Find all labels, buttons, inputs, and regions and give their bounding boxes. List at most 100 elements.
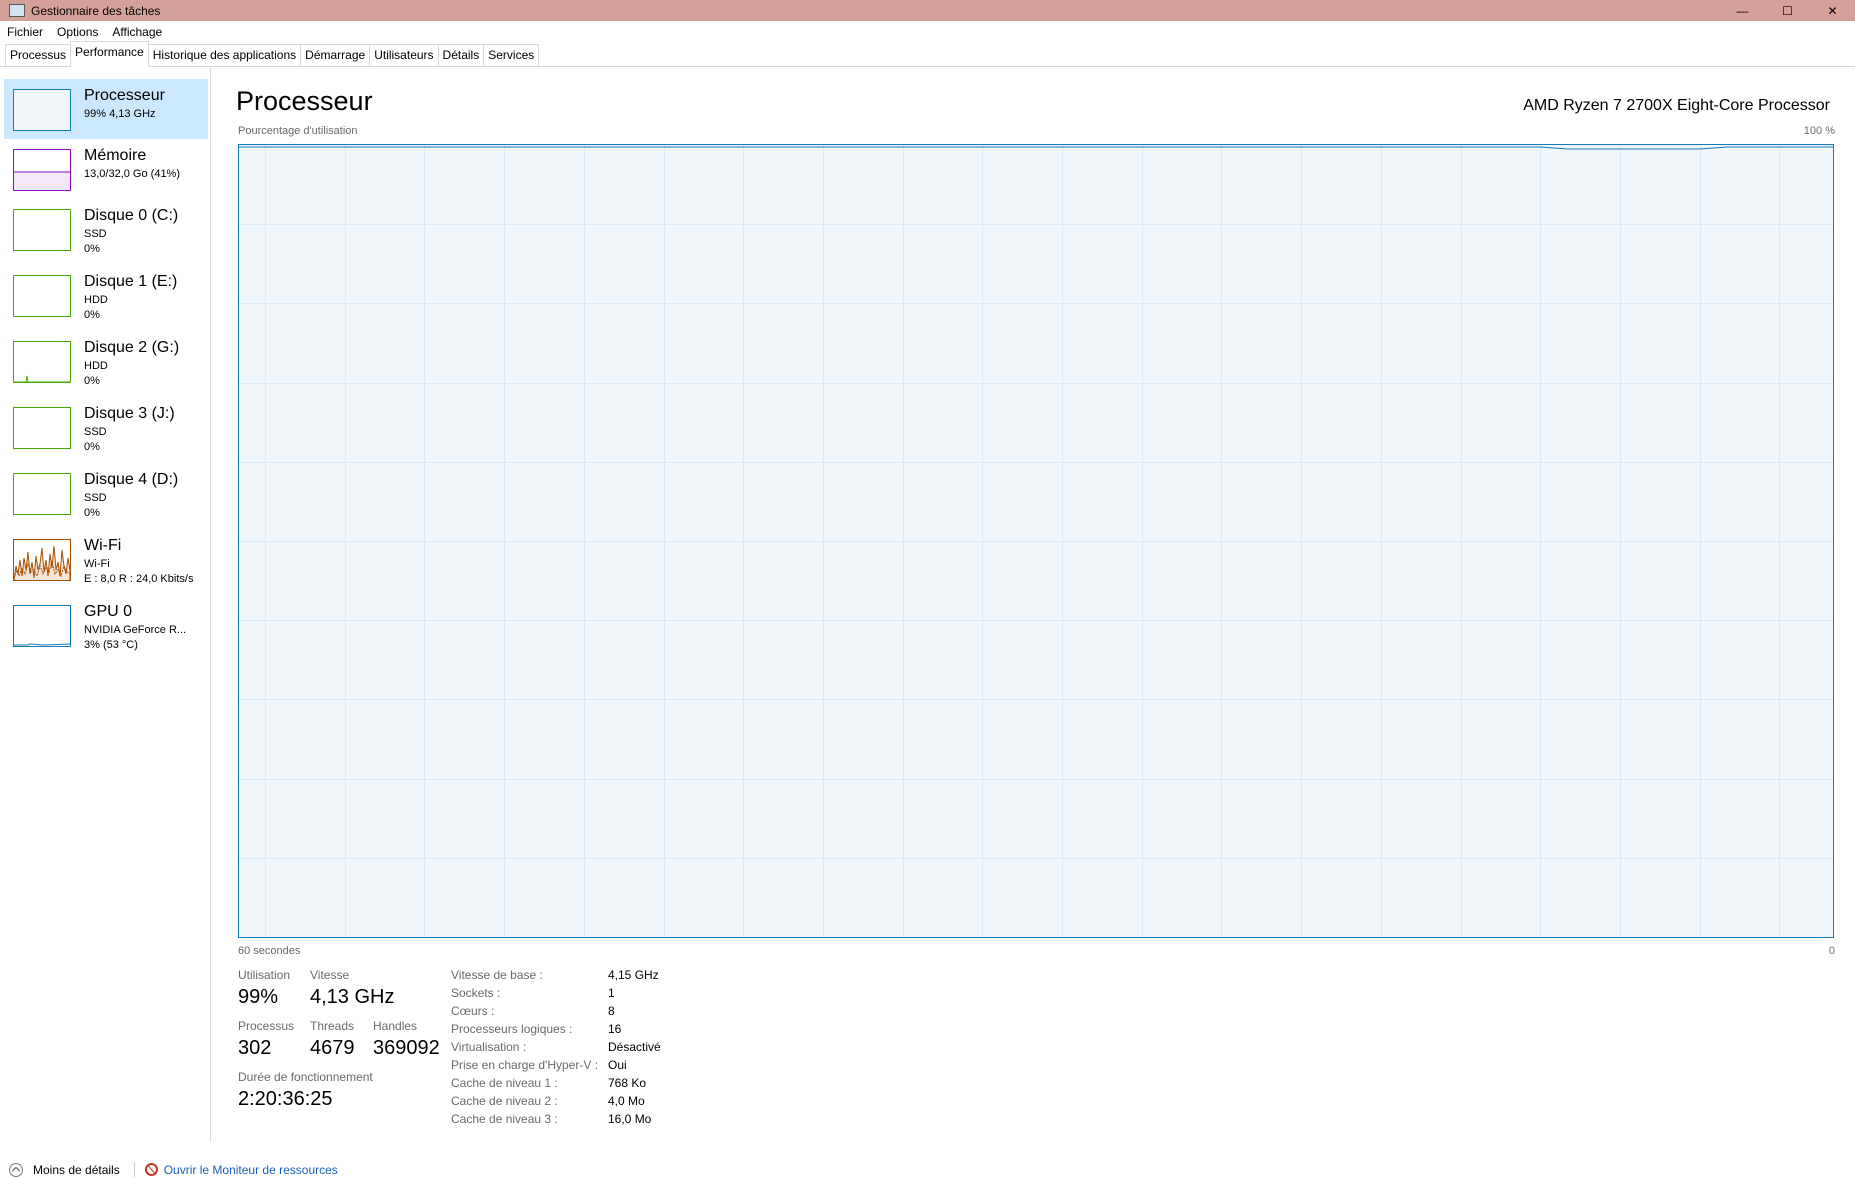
sidebar-item-label: Disque 0 (C:)	[84, 207, 179, 224]
cpu-detail-panel: Processeur AMD Ryzen 7 2700X Eight-Core …	[214, 67, 1855, 1142]
memory-graph-icon	[13, 149, 71, 191]
sidebar-item-type: SSD	[84, 426, 107, 438]
disk-graph-icon	[13, 407, 71, 449]
sidebar-item-detail: 99% 4,13 GHz	[84, 108, 156, 120]
info-value-l2-cache: 4,0 Mo	[608, 1094, 645, 1108]
tab-bar: Processus Performance Historique des app…	[0, 41, 1855, 67]
sidebar-item-memoire[interactable]: Mémoire 13,0/32,0 Go (41%)	[4, 139, 208, 199]
processus-label: Processus	[238, 1019, 295, 1033]
info-value-hyperv: Oui	[608, 1058, 627, 1072]
cpu-usage-line	[239, 146, 1833, 150]
sidebar-item-usage: 0%	[84, 507, 100, 519]
resource-monitor-link[interactable]: Ouvrir le Moniteur de ressources	[144, 1162, 338, 1177]
sidebar-item-gpu[interactable]: GPU 0 NVIDIA GeForce R... 3% (53 °C)	[4, 595, 208, 655]
sidebar-item-disque-1[interactable]: Disque 1 (E:) HDD 0%	[4, 265, 208, 325]
info-label-hyperv: Prise en charge d'Hyper-V :	[451, 1058, 599, 1072]
sidebar-item-type: SSD	[84, 228, 107, 240]
graph-x-axis-label: 60 secondes	[238, 945, 301, 957]
less-details-button[interactable]: Moins de détails	[9, 1162, 120, 1177]
sidebar-item-wifi[interactable]: Wi-Fi Wi-Fi E : 8,0 R : 24,0 Kbits/s	[4, 529, 208, 589]
sidebar-item-usage: 3% (53 °C)	[84, 639, 138, 651]
network-graph-icon	[13, 539, 71, 581]
menu-options[interactable]: Options	[50, 25, 105, 39]
info-value-l3-cache: 16,0 Mo	[608, 1112, 652, 1126]
handles-value: 369092	[373, 1037, 440, 1059]
resource-monitor-icon	[144, 1163, 158, 1176]
utilisation-label: Utilisation	[238, 968, 291, 982]
cpu-usage-graph-canvas	[239, 145, 1833, 937]
sidebar-item-type: Wi-Fi	[84, 558, 110, 570]
sidebar-item-label: Wi-Fi	[84, 537, 122, 554]
menu-affichage[interactable]: Affichage	[105, 25, 169, 39]
uptime-label: Durée de fonctionnement	[238, 1070, 373, 1084]
graph-y-max-label: 100 %	[1803, 125, 1835, 137]
info-label-logical-processors: Processeurs logiques :	[451, 1022, 573, 1036]
menu-fichier[interactable]: Fichier	[0, 25, 50, 39]
disk-graph-icon	[13, 209, 71, 251]
sidebar-item-label: Disque 4 (D:)	[84, 471, 179, 488]
chevron-up-icon	[9, 1162, 23, 1177]
sidebar-item-disque-0[interactable]: Disque 0 (C:) SSD 0%	[4, 199, 208, 259]
title-bar: Gestionnaire des tâches — ☐ ✕	[0, 0, 1855, 21]
sidebar-item-model: NVIDIA GeForce R...	[84, 624, 187, 636]
info-value-cores: 8	[608, 1004, 615, 1018]
info-value-virtualization: Désactivé	[608, 1040, 661, 1054]
tab-demarrage[interactable]: Démarrage	[300, 44, 371, 66]
uptime-value: 2:20:36:25	[238, 1088, 333, 1110]
info-label-l1-cache: Cache de niveau 1 :	[451, 1076, 558, 1090]
sidebar-item-label: Processeur	[84, 87, 165, 104]
sidebar-item-type: SSD	[84, 492, 107, 504]
sidebar-item-label: GPU 0	[84, 603, 133, 620]
utilisation-value: 99%	[238, 986, 279, 1008]
graph-x-min-label: 0	[1828, 945, 1835, 957]
disk-graph-icon	[13, 275, 71, 317]
tab-historique[interactable]: Historique des applications	[147, 44, 302, 66]
performance-sidebar: Processeur 99% 4,13 GHz Mémoire 13,0/32,…	[0, 67, 211, 1142]
sidebar-item-usage: 0%	[84, 375, 100, 387]
info-value-sockets: 1	[608, 986, 615, 1000]
footer-divider	[133, 1162, 135, 1177]
sidebar-item-disque-2[interactable]: Disque 2 (G:) HDD 0%	[4, 331, 208, 391]
sidebar-item-label: Disque 3 (J:)	[84, 405, 175, 422]
sidebar-item-processeur[interactable]: Processeur 99% 4,13 GHz	[4, 79, 208, 139]
gpu-graph-icon	[13, 605, 71, 647]
tab-details[interactable]: Détails	[437, 44, 485, 66]
tab-performance[interactable]: Performance	[70, 41, 149, 67]
tab-processus[interactable]: Processus	[5, 44, 72, 66]
sidebar-item-disque-4[interactable]: Disque 4 (D:) SSD 0%	[4, 463, 208, 523]
window-title: Gestionnaire des tâches	[31, 3, 161, 18]
threads-value: 4679	[310, 1037, 355, 1059]
cpu-graph-icon	[13, 89, 71, 131]
task-manager-icon	[9, 4, 25, 17]
handles-label: Handles	[373, 1019, 418, 1033]
sidebar-item-label: Disque 1 (E:)	[84, 273, 178, 290]
sidebar-item-type: HDD	[84, 360, 108, 372]
maximize-button[interactable]: ☐	[1765, 0, 1810, 21]
threads-label: Threads	[310, 1019, 355, 1033]
info-label-l3-cache: Cache de niveau 3 :	[451, 1112, 558, 1126]
info-label-virtualization: Virtualisation :	[451, 1040, 527, 1054]
sidebar-item-throughput: E : 8,0 R : 24,0 Kbits/s	[84, 573, 194, 585]
info-label-cores: Cœurs :	[451, 1004, 495, 1018]
page-title: Processeur	[236, 86, 373, 116]
sidebar-item-disque-3[interactable]: Disque 3 (J:) SSD 0%	[4, 397, 208, 457]
graph-y-axis-label: Pourcentage d'utilisation	[238, 125, 358, 137]
close-button[interactable]: ✕	[1810, 0, 1855, 21]
menu-bar: Fichier Options Affichage	[0, 21, 1855, 42]
sidebar-item-label: Mémoire	[84, 147, 147, 164]
vitesse-label: Vitesse	[310, 968, 350, 982]
tab-utilisateurs[interactable]: Utilisateurs	[369, 44, 439, 66]
tab-services[interactable]: Services	[483, 44, 540, 66]
info-value-l1-cache: 768 Ko	[608, 1076, 647, 1090]
cpu-model-name: AMD Ryzen 7 2700X Eight-Core Processor	[1523, 97, 1830, 114]
minimize-button[interactable]: —	[1720, 0, 1765, 21]
sidebar-item-usage: 0%	[84, 243, 100, 255]
info-label-l2-cache: Cache de niveau 2 :	[451, 1094, 558, 1108]
vitesse-value: 4,13 GHz	[310, 986, 395, 1008]
sidebar-item-usage: 0%	[84, 441, 100, 453]
sidebar-item-usage: 0%	[84, 309, 100, 321]
cpu-usage-graph	[238, 144, 1834, 938]
disk-graph-icon	[13, 473, 71, 515]
resource-monitor-label: Ouvrir le Moniteur de ressources	[163, 1162, 338, 1177]
info-label-sockets: Sockets :	[451, 986, 501, 1000]
